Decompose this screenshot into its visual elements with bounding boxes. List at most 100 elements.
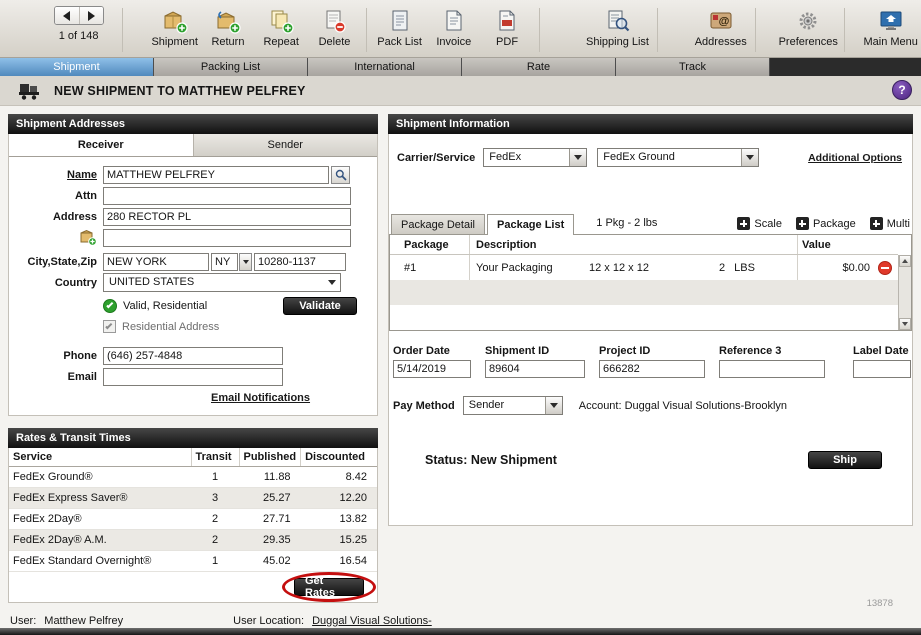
rate-row[interactable]: FedEx Ground® 1 11.88 8.42 [9,466,377,488]
user-location-label: User Location: [233,614,305,627]
validate-button[interactable]: Validate [283,296,357,315]
project-id-input[interactable] [599,360,705,378]
ship-button[interactable]: Ship [808,451,882,469]
tab-rate[interactable]: Rate [462,58,616,76]
email-notifications-link[interactable]: Email Notifications [211,392,310,404]
page-title: NEW SHIPMENT TO MATTHEW PELFREY [54,83,306,98]
toolbar-main-menu-button[interactable]: Main Menu [860,6,921,48]
shipment-id-input[interactable] [485,360,585,378]
tab-track[interactable]: Track [616,58,770,76]
window-bottom-edge [0,628,921,635]
toolbar-invoice-button[interactable]: Invoice [427,6,480,48]
user-location-link[interactable]: Duggal Visual Solutions- [312,615,432,627]
toolbar-pack-list-button[interactable]: Pack List [372,6,427,48]
main-content: Shipment Addresses Receiver Sender Name [0,106,921,613]
col-published: Published [239,448,302,467]
reference3-input[interactable] [719,360,825,378]
project-id-label: Project ID [599,345,651,357]
toolbar: 1 of 148 Shipment Return Repeat Delete P… [0,0,921,58]
minus-icon [881,266,889,269]
invoice-document-icon [441,7,467,34]
zip-input[interactable] [254,252,346,271]
tab-package-list[interactable]: Package List [487,214,575,235]
shipment-addresses-panel: Shipment Addresses Receiver Sender Name [8,114,378,603]
toolbar-delete-button[interactable]: Delete [308,6,361,48]
email-input[interactable] [103,367,283,386]
scroll-up-button[interactable] [899,255,911,267]
package-table-scrollbar[interactable] [898,255,911,330]
tab-international[interactable]: International [308,58,462,76]
attn-input[interactable] [103,186,351,205]
chevron-down-icon [323,274,340,291]
prev-record-button[interactable] [54,7,79,24]
service-select[interactable]: FedEx Ground [597,148,760,167]
rate-row[interactable]: FedEx 2Day® 2 27.71 13.82 [9,508,377,530]
add-multi-button[interactable]: Multi [869,217,910,230]
add-scale-button[interactable]: Scale [737,217,782,230]
pay-method-select[interactable]: Sender [462,396,563,415]
package-table: Package Description Value #1 Your Packag… [389,235,912,331]
tab-sender[interactable]: Sender [193,134,377,156]
package-action-label: Package [812,217,856,230]
carrier-select[interactable]: FedEx [483,148,588,167]
tab-packing-list[interactable]: Packing List [154,58,308,76]
add-address-button[interactable] [80,229,97,246]
toolbar-return-button[interactable]: Return [201,6,254,48]
label-date-input[interactable] [853,360,911,378]
toolbar-addresses-button[interactable]: @ Addresses [691,6,750,48]
phone-input[interactable] [103,346,283,365]
address-line1-input[interactable] [103,207,351,226]
shipment-box-icon [162,7,188,34]
residential-checkbox[interactable] [103,320,116,333]
pay-method-value: Sender [468,399,505,411]
toolbar-repeat-button[interactable]: Repeat [255,6,308,48]
rate-row[interactable]: FedEx 2Day® A.M. 2 29.35 15.25 [9,529,377,551]
toolbar-preferences-button[interactable]: Preferences [777,6,839,48]
tab-shipment[interactable]: Shipment [0,58,154,76]
residential-checkbox-label: Residential Address [122,320,220,333]
detail-fields-row: Order Date Shipment ID Project ID Refere… [389,345,912,378]
col-package: Package [390,235,470,254]
user-value: Matthew Pelfrey [44,614,124,627]
app-window: 1 of 148 Shipment Return Repeat Delete P… [0,0,921,635]
tab-package-detail[interactable]: Package Detail [391,214,485,234]
package-table-header: Package Description Value [390,235,898,255]
rate-row[interactable]: FedEx Express Saver® 3 25.27 12.20 [9,487,377,509]
scroll-down-button[interactable] [899,318,911,330]
next-record-button[interactable] [78,7,103,24]
city-input[interactable] [103,252,209,271]
reference3-label: Reference 3 [719,345,782,357]
multi-action-label: Multi [886,217,910,230]
user-label: User: [10,614,37,627]
help-button[interactable]: ? [892,80,912,100]
package-row[interactable]: #1 Your Packaging 12 x 12 x 12 2 LBS $0.… [390,255,898,280]
toolbar-pdf-label: PDF [496,36,519,48]
add-package-button[interactable]: Package [795,217,856,230]
return-box-icon [215,7,241,34]
arrow-up-icon [902,259,908,263]
tab-receiver[interactable]: Receiver [9,134,194,156]
state-dropdown-button[interactable] [239,252,252,271]
order-date-input[interactable] [393,360,471,378]
shipment-addresses-title: Shipment Addresses [16,118,126,130]
main-menu-monitor-icon [878,7,904,34]
package-weight-unit: LBS [734,261,755,274]
additional-options-link[interactable]: Additional Options [808,152,902,164]
country-value: UNITED STATES [109,276,195,288]
rate-row[interactable]: FedEx Standard Overnight® 1 45.02 16.54 [9,550,377,572]
toolbar-pdf-button[interactable]: PDF [480,6,533,48]
state-input[interactable] [211,252,238,271]
toolbar-shipment-button[interactable]: Shipment [148,6,201,48]
get-rates-button[interactable]: Get Rates [294,575,364,599]
country-select[interactable]: UNITED STATES [103,273,341,292]
address-line2-input[interactable] [103,228,351,247]
package-summary: 1 Pkg - 2 lbs [596,217,658,229]
toolbar-shipping-list-button[interactable]: Shipping List [583,6,653,48]
receiver-name-input[interactable] [103,165,329,184]
toolbar-repeat-label: Repeat [263,36,299,48]
scale-action-label: Scale [754,217,782,230]
repeat-pages-icon [268,7,294,34]
search-icon [335,169,347,181]
remove-package-button[interactable] [878,260,892,275]
address-lookup-button[interactable] [331,165,350,184]
